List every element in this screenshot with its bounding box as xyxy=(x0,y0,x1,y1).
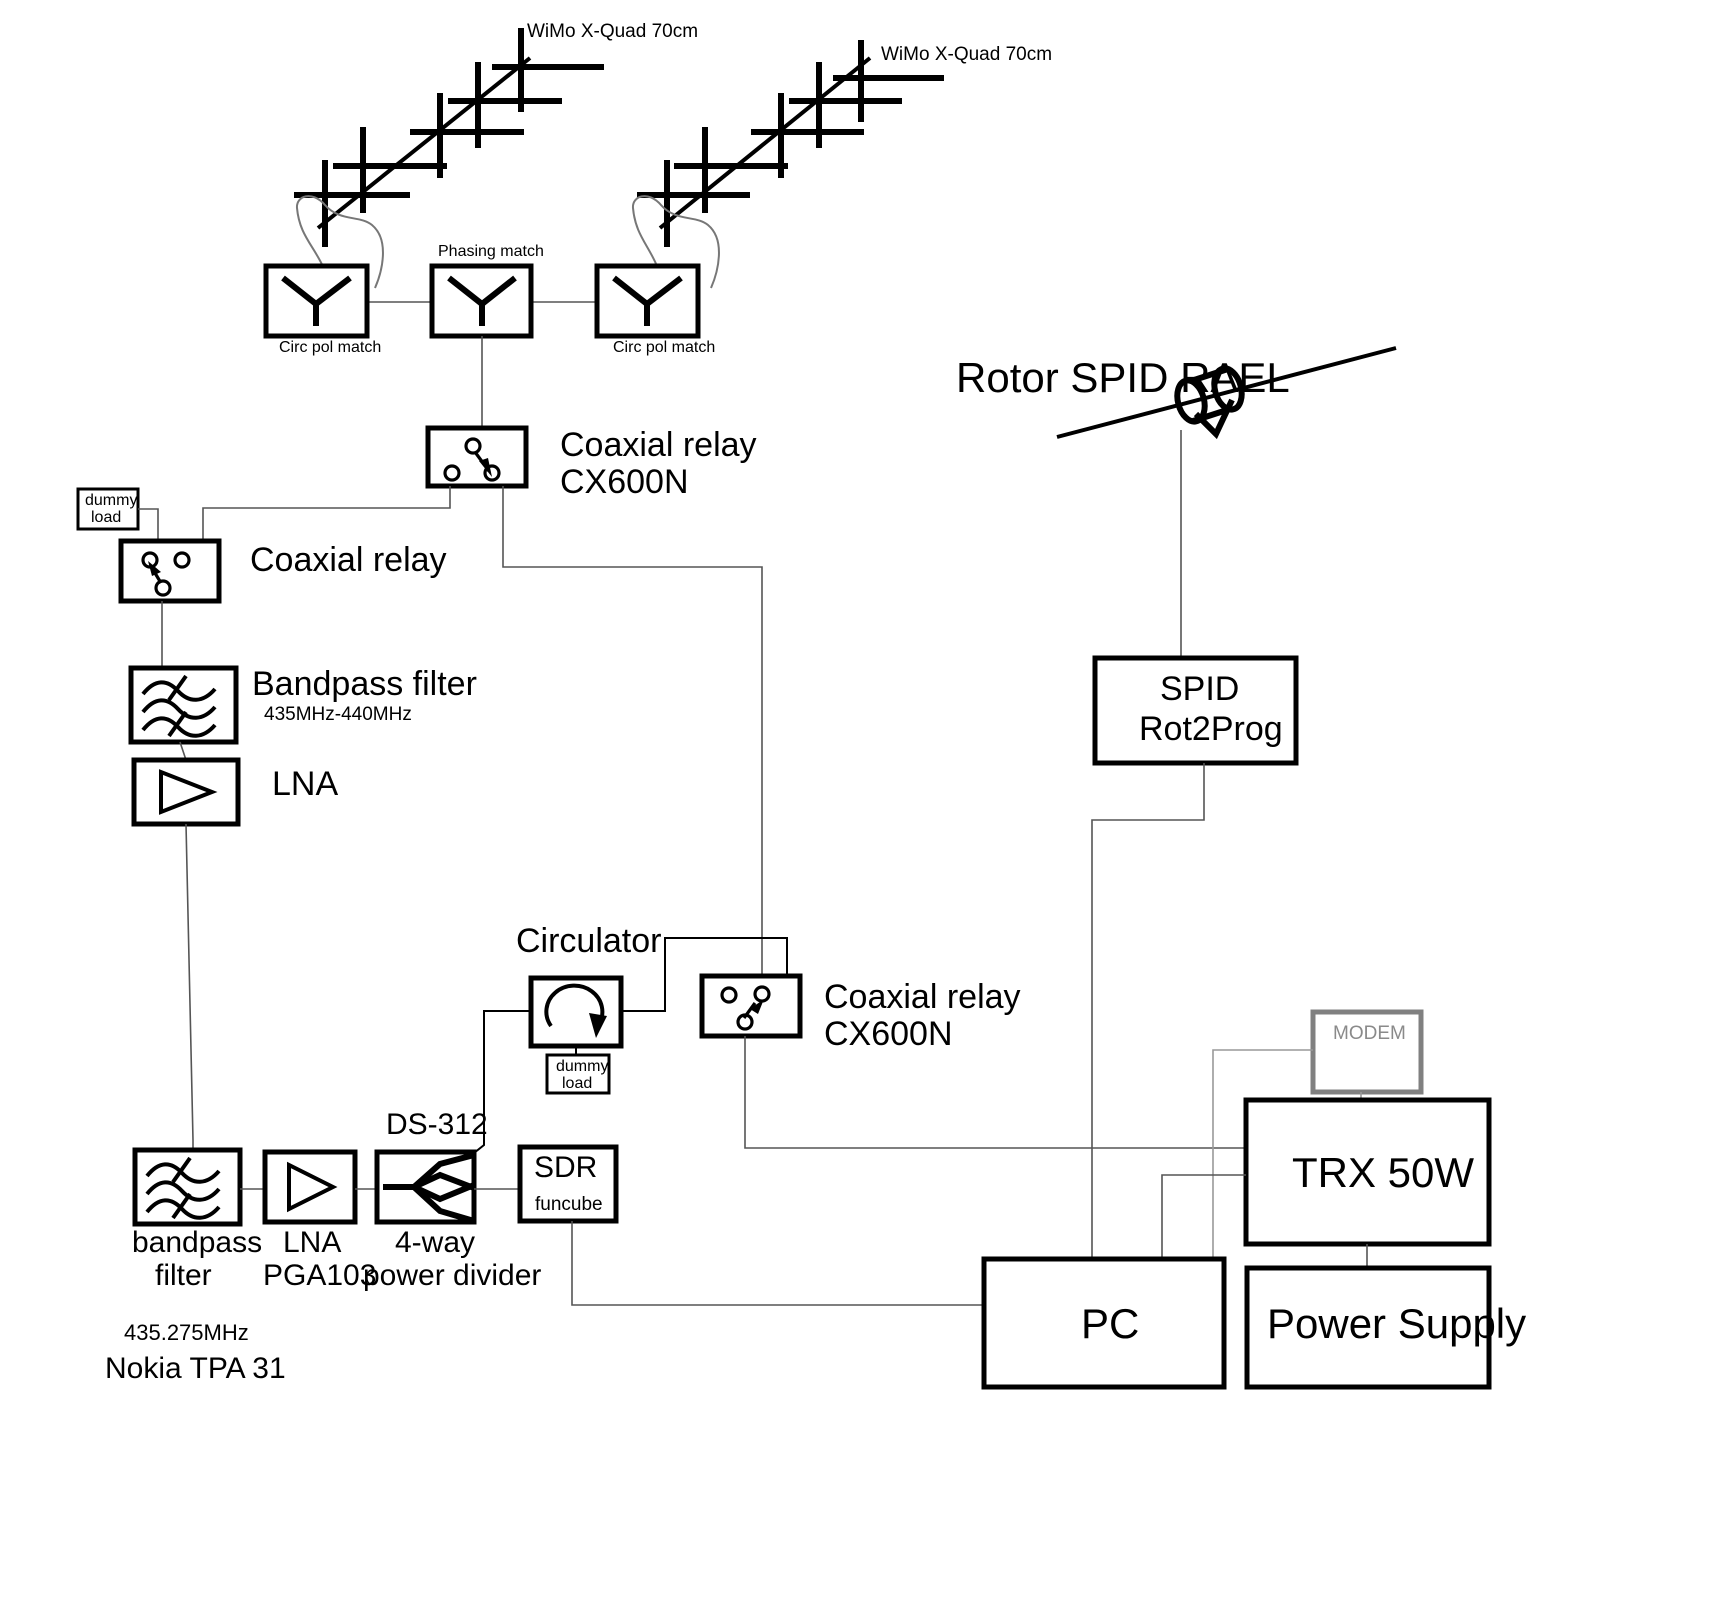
wire-relaytop-to-relayleft xyxy=(202,486,451,540)
rotor-spid-rael: Rotor SPID RAEL xyxy=(956,346,1397,440)
bandpass-filter-rx-label: Bandpass filter xyxy=(252,665,477,703)
bandpass-filter-tx-line1: bandpass xyxy=(132,1226,262,1259)
dummy-load-top: dummy load xyxy=(76,487,140,531)
phasing-match: Phasing match xyxy=(429,243,544,339)
lna-rx: LNA xyxy=(131,757,338,827)
lna-pga103: LNA PGA103 xyxy=(262,1149,376,1292)
lna-pga103-line1: LNA xyxy=(283,1226,341,1259)
coaxial-relay-left: Coaxial relay xyxy=(118,538,447,604)
lna-rx-label: LNA xyxy=(272,765,338,803)
bandpass-filter-tx-line2: filter xyxy=(155,1259,212,1292)
phasing-match-label: Phasing match xyxy=(438,243,544,260)
circ-pol-match-left-label: Circ pol match xyxy=(279,339,381,356)
power-supply: Power Supply xyxy=(1244,1265,1526,1390)
trx-50w: TRX 50W xyxy=(1243,1097,1492,1247)
dummy-load-circ-line2: load xyxy=(562,1075,592,1092)
dummy-load-circ-line1: dummy xyxy=(556,1058,608,1075)
spid-rot2prog: SPID Rot2Prog xyxy=(1092,655,1299,766)
pc: PC xyxy=(981,1256,1227,1390)
sdr-line1: SDR xyxy=(534,1151,597,1184)
lna-pga103-line2: PGA103 xyxy=(263,1259,376,1292)
trx-label: TRX 50W xyxy=(1292,1149,1474,1196)
wire-dummyload-to-relayleft xyxy=(138,508,159,540)
circulator: Circulator xyxy=(516,922,661,1049)
wire-bandpass-to-lna-rx xyxy=(179,741,187,761)
power-divider-ds312: DS-312 4-way power divider xyxy=(363,1108,541,1292)
coax-relay-top-label-line2: CX600N xyxy=(560,463,689,501)
circ-pol-match-left: Circ pol match xyxy=(263,263,381,356)
rf-block-diagram: WiMo X-Quad 70cm WiMo X-Quad 70cm Circ p… xyxy=(0,0,1725,1598)
bandpass-filter-rx-spec: 435MHz-440MHz xyxy=(264,704,412,725)
rot2prog-line2: Rot2Prog xyxy=(1139,710,1283,748)
wire-relaytop-to-relaybottom xyxy=(502,486,763,975)
coax-relay-bottom-label-line1: Coaxial relay xyxy=(824,978,1021,1016)
modem: MODEM xyxy=(1310,1009,1424,1095)
wire-rot2prog-to-pc xyxy=(1091,763,1205,1260)
power-supply-label: Power Supply xyxy=(1267,1300,1526,1347)
coax-relay-left-label: Coaxial relay xyxy=(250,541,447,579)
wire-lnarx-to-bandpass-tx xyxy=(185,823,194,1150)
sdr-line2: funcube xyxy=(535,1194,603,1215)
frequency-note: 435.275MHz xyxy=(124,1320,249,1345)
circ-pol-match-right-label: Circ pol match xyxy=(613,339,715,356)
coax-relay-top-label-line1: Coaxial relay xyxy=(560,426,757,464)
circ-pol-match-right: Circ pol match xyxy=(594,263,715,356)
coax-relay-bottom-label-line2: CX600N xyxy=(824,1015,953,1053)
antenna-right-label: WiMo X-Quad 70cm xyxy=(881,44,1052,65)
modem-label: MODEM xyxy=(1333,1023,1406,1044)
antenna-left-label: WiMo X-Quad 70cm xyxy=(527,21,698,42)
sdr-funcube: SDR funcube xyxy=(517,1144,619,1224)
bandpass-filter-tx: bandpass filter xyxy=(132,1147,262,1292)
power-divider-line1: 4-way xyxy=(395,1226,475,1259)
coaxial-relay-cx600n-bottom: Coaxial relay CX600N xyxy=(699,973,1021,1053)
circulator-label: Circulator xyxy=(516,922,661,960)
rot2prog-line1: SPID xyxy=(1160,670,1239,708)
dummy-load-circulator: dummy load xyxy=(545,1053,611,1095)
rotor-label: Rotor SPID RAEL xyxy=(956,354,1290,401)
dummy-load-top-line2: load xyxy=(91,509,121,526)
antenna-right: WiMo X-Quad 70cm xyxy=(632,40,1052,289)
coaxial-relay-cx600n-top: Coaxial relay CX600N xyxy=(425,425,757,501)
bandpass-filter-rx: Bandpass filter 435MHz-440MHz xyxy=(128,665,477,745)
dummy-load-top-line1: dummy xyxy=(85,492,137,509)
pc-label: PC xyxy=(1081,1300,1139,1347)
wire-sdr-to-pc xyxy=(571,1221,984,1306)
power-divider-top-label: DS-312 xyxy=(386,1108,488,1141)
power-divider-line2: power divider xyxy=(363,1259,541,1292)
wire-relaybottom-to-trx xyxy=(744,1036,1246,1149)
equipment-note: Nokia TPA 31 xyxy=(105,1352,286,1385)
